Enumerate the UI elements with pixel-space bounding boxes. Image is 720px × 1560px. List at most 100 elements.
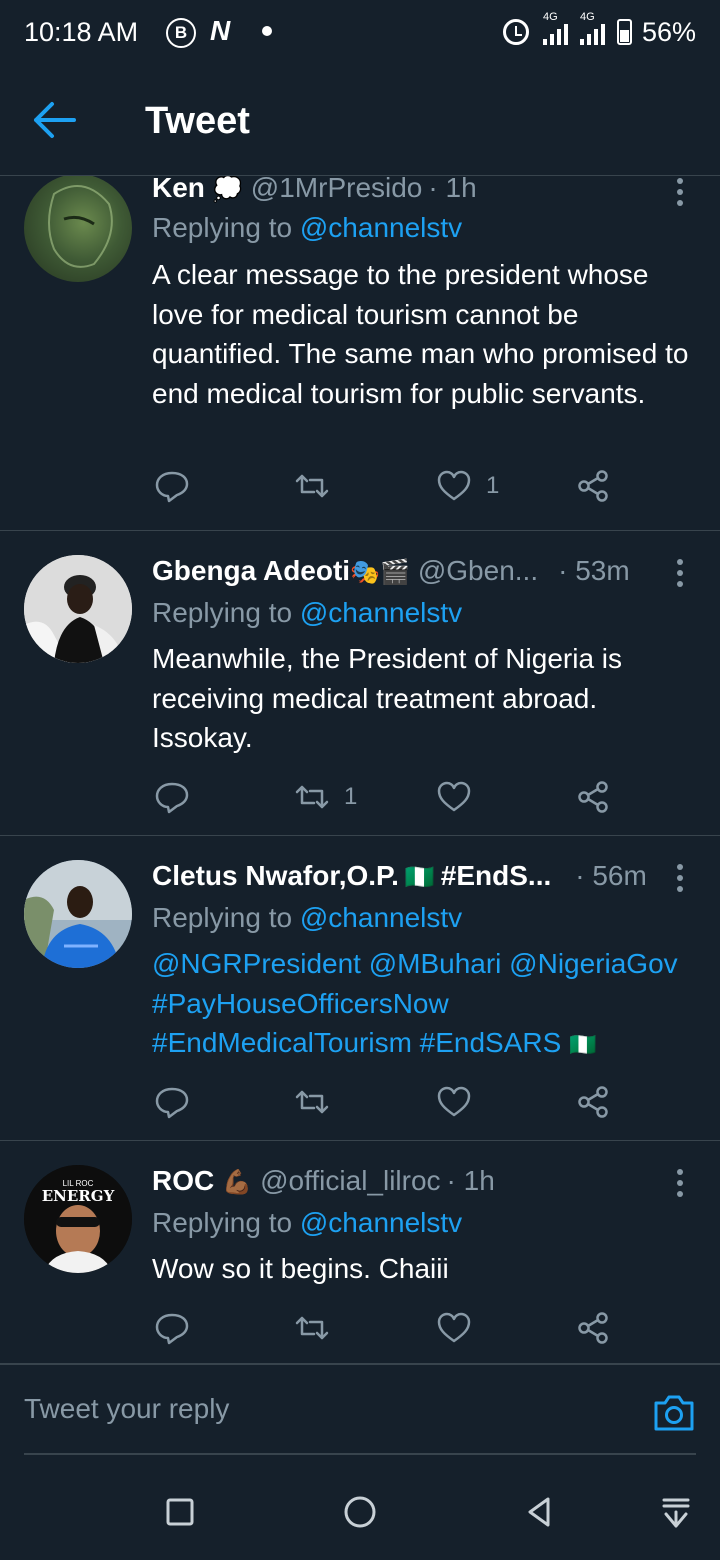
retweet-button[interactable]: 1 <box>294 777 357 817</box>
user-handle[interactable]: @Gben... <box>418 555 538 587</box>
reply-button[interactable] <box>154 466 190 506</box>
reply-icon <box>155 471 189 503</box>
battery-percent: 56% <box>641 16 696 47</box>
system-nav-bar <box>0 1464 720 1560</box>
tweet-time: · 1h <box>446 1165 495 1196</box>
like-count: 1 <box>486 472 500 499</box>
name-hashtag: #EndS... <box>440 860 552 891</box>
share-button[interactable] <box>576 1308 612 1348</box>
display-name[interactable]: Gbenga Adeoti <box>152 555 350 587</box>
display-name[interactable]: Cletus Nwafor,O.P. <box>152 860 399 892</box>
tweet-actions: 1 <box>152 777 622 817</box>
replies-feed[interactable]: Ken 💭 @1MrPresido · 1h Replying to @chan… <box>0 176 720 1364</box>
hashtag-links[interactable]: #EndMedicalTourism #EndSARS <box>152 1027 561 1058</box>
signal-label: 4G <box>579 11 595 23</box>
retweet-icon <box>295 1090 329 1114</box>
signal-4g-icon: 4G <box>542 11 568 45</box>
retweet-icon <box>295 785 329 809</box>
replying-to: Replying to @channelstv <box>152 902 462 934</box>
tweet[interactable]: Gbenga Adeoti 🎭🎬 @Gben... · 53m Replying… <box>0 531 720 836</box>
divider <box>24 1453 696 1455</box>
like-button[interactable] <box>436 1082 486 1122</box>
tweet[interactable]: LIL ROC ENERGY ROC 💪🏾 @official_lilroc ·… <box>0 1141 720 1364</box>
retweet-button[interactable] <box>294 1308 344 1348</box>
back-arrow-icon[interactable] <box>32 100 80 140</box>
tweet-time: · 1h <box>428 176 477 203</box>
mention-link[interactable]: @channelstv <box>300 1207 462 1238</box>
tweet-time: · 56m <box>575 860 647 891</box>
reply-button[interactable] <box>154 1082 190 1122</box>
retweet-button[interactable] <box>294 466 344 506</box>
reply-icon <box>155 1087 189 1119</box>
share-button[interactable] <box>576 466 612 506</box>
mention-link[interactable]: @channelstv <box>300 597 462 628</box>
heart-icon <box>437 1312 471 1343</box>
like-button[interactable]: 1 <box>436 466 499 506</box>
page-title: Tweet <box>145 100 250 142</box>
avatar[interactable] <box>24 860 132 968</box>
back-triangle-icon[interactable] <box>520 1492 560 1532</box>
share-icon <box>578 470 608 502</box>
replying-to: Replying to @channelstv <box>152 1207 462 1239</box>
share-button[interactable] <box>576 1082 612 1122</box>
replying-to: Replying to @channelstv <box>152 212 462 244</box>
reply-icon <box>155 1313 189 1345</box>
name-emoji: 🎭🎬 <box>350 559 410 586</box>
recents-square-icon[interactable] <box>160 1492 200 1532</box>
camera-icon[interactable] <box>652 1391 696 1435</box>
tweet-actions <box>152 1308 622 1348</box>
avatar[interactable]: LIL ROC ENERGY <box>24 1165 132 1273</box>
app-bar: Tweet <box>0 64 720 176</box>
avatar[interactable] <box>24 555 132 663</box>
replying-label: Replying to <box>152 1207 300 1238</box>
reply-icon <box>155 782 189 814</box>
more-options-icon[interactable] <box>676 1169 684 1197</box>
display-name[interactable]: ROC <box>152 1165 214 1197</box>
reply-button[interactable] <box>154 777 190 817</box>
display-name[interactable]: Ken <box>152 176 205 204</box>
signal-label: 4G <box>542 11 558 23</box>
retweet-icon <box>295 474 329 498</box>
more-options-icon[interactable] <box>676 559 684 587</box>
share-icon <box>578 781 608 813</box>
mention-links[interactable]: @NGRPresident @MBuhari @NigeriaGov <box>152 944 700 984</box>
retweet-count: 1 <box>344 783 358 810</box>
reply-input[interactable]: Tweet your reply <box>24 1393 229 1425</box>
mention-link[interactable]: @channelstv <box>300 212 462 243</box>
tweet-text: Wow so it begins. Chaiii <box>152 1253 449 1284</box>
mention-link[interactable]: @channelstv <box>300 902 462 933</box>
signal-4g-icon: 4G <box>579 11 605 45</box>
share-icon <box>578 1086 608 1118</box>
replying-label: Replying to <box>152 902 300 933</box>
more-options-icon[interactable] <box>676 178 684 206</box>
notification-pull-icon[interactable] <box>656 1492 696 1532</box>
tweet-text: @NGRPresident @MBuhari @NigeriaGov #PayH… <box>152 944 700 1065</box>
retweet-button[interactable] <box>294 1082 344 1122</box>
like-button[interactable] <box>436 777 486 817</box>
replying-to: Replying to @channelstv <box>152 597 462 629</box>
like-button[interactable] <box>436 1308 486 1348</box>
tweet-header: Ken 💭 @1MrPresido · 1h <box>152 176 660 204</box>
flag-emoji: 🇳🇬 <box>569 1032 597 1057</box>
tweet[interactable]: Cletus Nwafor,O.P. 🇳🇬 #EndS... · 56m Rep… <box>0 836 720 1141</box>
tweet-header: ROC 💪🏾 @official_lilroc · 1h <box>152 1165 660 1197</box>
tweet-header: Cletus Nwafor,O.P. 🇳🇬 #EndS... · 56m <box>152 860 660 892</box>
replying-label: Replying to <box>152 212 300 243</box>
hashtag-link[interactable]: #PayHouseOfficersNow <box>152 984 700 1024</box>
status-time: 10:18 AM <box>24 17 139 47</box>
reply-button[interactable] <box>154 1308 190 1348</box>
heart-icon <box>437 1086 471 1117</box>
more-options-icon[interactable] <box>676 864 684 892</box>
user-handle[interactable]: @1MrPresido <box>251 176 423 204</box>
status-bar: 10:18 AM B N 4G 4G 56% <box>0 0 720 64</box>
user-handle[interactable]: @official_lilroc <box>260 1165 440 1197</box>
notification-dot <box>262 26 272 36</box>
tweet[interactable]: Ken 💭 @1MrPresido · 1h Replying to @chan… <box>0 176 720 531</box>
status-icons: 4G 4G 56% <box>502 11 696 50</box>
home-circle-icon[interactable] <box>340 1492 380 1532</box>
alarm-icon <box>502 19 529 45</box>
tweet-text: A clear message to the president whose l… <box>152 259 689 409</box>
avatar[interactable] <box>24 176 132 282</box>
heart-icon <box>437 470 471 501</box>
share-button[interactable] <box>576 777 612 817</box>
